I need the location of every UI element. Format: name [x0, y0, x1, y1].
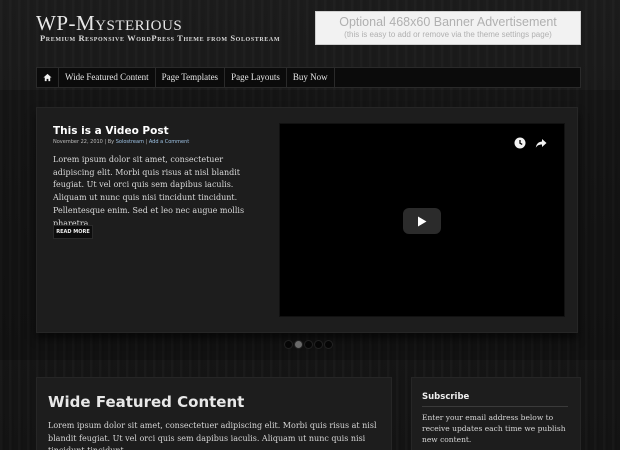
post-meta: November 22, 2010 | By Solostream | Add …	[53, 139, 189, 145]
video-player[interactable]	[279, 123, 565, 317]
nav-item-page-templates[interactable]: Page Templates	[156, 68, 226, 87]
read-more-button[interactable]: READ MORE	[53, 225, 93, 239]
share-icon[interactable]	[535, 137, 547, 149]
nav-item-page-layouts[interactable]: Page Layouts	[225, 68, 287, 87]
slider-pagination	[284, 340, 333, 349]
play-icon	[418, 216, 427, 226]
post-excerpt: Lorem ipsum dolor sit amet, consectetuer…	[53, 155, 245, 228]
subscribe-widget: Subscribe Enter your email address below…	[411, 377, 581, 450]
slider-dot-active[interactable]	[294, 340, 303, 349]
slider-dot[interactable]	[324, 340, 333, 349]
slider-dot[interactable]	[284, 340, 293, 349]
banner-title: Optional 468x60 Banner Advertisement	[339, 15, 557, 29]
site-header: WP-Mysterious Premium Responsive WordPre…	[0, 0, 620, 66]
site-tagline: Premium Responsive WordPress Theme from …	[40, 33, 281, 43]
banner-subtitle: (this is easy to add or remove via the t…	[344, 30, 552, 39]
wide-content-panel: Wide Featured Content Lorem ipsum dolor …	[36, 377, 392, 450]
banner-ad[interactable]: Optional 468x60 Banner Advertisement (th…	[315, 11, 581, 45]
nav-item-buy-now[interactable]: Buy Now	[287, 68, 335, 87]
subscribe-text: Enter your email address below to receiv…	[422, 413, 566, 444]
post-date: November 22, 2010	[53, 139, 103, 145]
post-by: | By	[104, 139, 115, 145]
add-comment-link[interactable]: Add a Comment	[149, 139, 189, 145]
clock-icon[interactable]	[514, 137, 526, 149]
post-meta-separator: |	[145, 139, 148, 145]
subscribe-title: Subscribe	[422, 392, 568, 407]
home-icon	[43, 73, 52, 82]
post-author-link[interactable]: Solostream	[116, 139, 144, 145]
post-title[interactable]: This is a Video Post	[53, 125, 169, 137]
nav-item-wide-featured-content[interactable]: Wide Featured Content	[59, 68, 156, 87]
main-nav: Wide Featured Content Page Templates Pag…	[36, 67, 581, 88]
featured-slider: This is a Video Post November 22, 2010 |…	[36, 107, 578, 333]
play-button[interactable]	[403, 208, 441, 234]
slider-dot[interactable]	[304, 340, 313, 349]
wide-content-title: Wide Featured Content	[48, 393, 245, 411]
slider-dot[interactable]	[314, 340, 323, 349]
wide-content-body: Lorem ipsum dolor sit amet, consectetuer…	[48, 421, 377, 450]
nav-home[interactable]	[37, 68, 59, 87]
